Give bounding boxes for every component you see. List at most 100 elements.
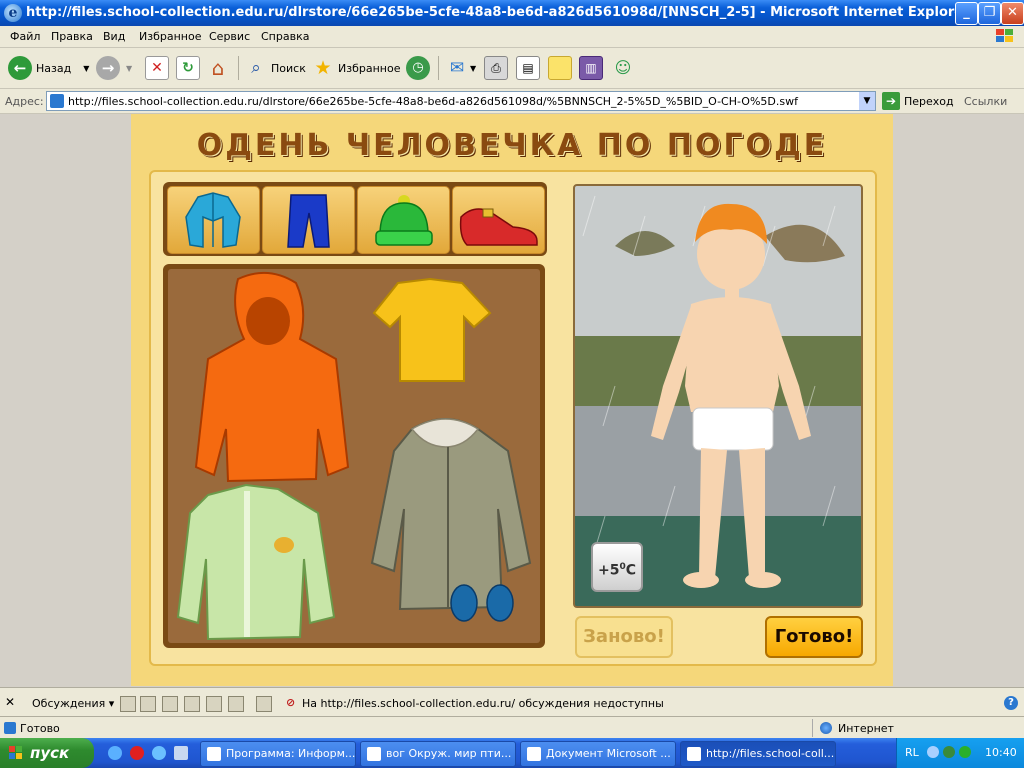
- research-button[interactable]: ▥: [579, 54, 603, 82]
- chevron-down-icon: ▼: [83, 63, 90, 73]
- page-icon: [50, 94, 64, 108]
- menu-tools[interactable]: Сервис: [209, 30, 250, 43]
- favorites-button[interactable]: ★ Избранное: [312, 54, 400, 82]
- messenger-icon: ☺: [614, 58, 632, 77]
- category-bar: [163, 182, 547, 256]
- collapse-icon[interactable]: [184, 696, 200, 712]
- menu-bar: Файл Правка Вид Избранное Сервис Справка: [0, 26, 1024, 48]
- address-dropdown-icon[interactable]: ▼: [859, 92, 875, 110]
- task-program[interactable]: Программа: Информ...: [200, 741, 356, 767]
- edit-page-icon: ▤: [516, 56, 540, 80]
- task-word-doc[interactable]: вог Окруж. мир пти...: [360, 741, 516, 767]
- expand-icon[interactable]: [162, 696, 178, 712]
- category-pants[interactable]: [262, 186, 355, 254]
- task-microsoft-doc[interactable]: Документ Microsoft ...: [520, 741, 676, 767]
- toolbar-divider: [438, 56, 439, 80]
- mail-button[interactable]: ✉ ▼: [446, 54, 476, 82]
- language-indicator[interactable]: RL: [905, 746, 919, 759]
- forward-button[interactable]: → ▼: [96, 54, 132, 82]
- discuss-button[interactable]: [548, 54, 572, 82]
- refresh-button[interactable]: ↻: [176, 54, 200, 82]
- reset-button[interactable]: Заново!: [575, 616, 673, 658]
- discussion-menu[interactable]: Обсуждения ▾: [32, 697, 114, 710]
- ie-quicklaunch-icon[interactable]: [152, 746, 166, 760]
- edit-button[interactable]: ▤: [516, 54, 540, 82]
- orange-hoodie[interactable]: [194, 272, 350, 483]
- antivirus-icon[interactable]: [943, 746, 955, 758]
- discussion-message: На http://files.school-collection.edu.ru…: [302, 697, 664, 710]
- reply-icon[interactable]: [140, 696, 156, 712]
- home-icon: ⌂: [211, 56, 225, 80]
- done-button[interactable]: Готово!: [765, 616, 863, 658]
- discussion-label: Обсуждения: [32, 697, 106, 710]
- pants-icon: [287, 194, 330, 248]
- yellow-tshirt[interactable]: [372, 277, 492, 382]
- quicklaunch-icon[interactable]: [108, 746, 122, 760]
- weather-scene: +50C: [573, 184, 863, 608]
- task-browser[interactable]: http://files.school-coll...: [680, 741, 836, 767]
- menu-edit[interactable]: Правка: [51, 30, 93, 43]
- search-icon: ⌕: [251, 58, 261, 78]
- shoe-icon: [459, 208, 538, 246]
- prev-icon[interactable]: [206, 696, 222, 712]
- category-hats[interactable]: [357, 186, 450, 254]
- close-discussion-icon[interactable]: ✕: [5, 695, 15, 709]
- menu-file[interactable]: Файл: [10, 30, 40, 43]
- stop-icon: ✕: [145, 56, 169, 80]
- refresh-icon: ↻: [176, 56, 200, 80]
- temperature-suffix: C: [625, 562, 637, 579]
- network-icon[interactable]: [927, 746, 939, 758]
- close-button[interactable]: ✕: [1001, 2, 1024, 25]
- links-button[interactable]: Ссылки: [964, 95, 1007, 108]
- stop-button[interactable]: ✕: [145, 54, 169, 82]
- history-button[interactable]: ◷: [406, 54, 430, 82]
- home-button[interactable]: ⌂: [207, 54, 229, 82]
- task-label: вог Окруж. мир пти...: [386, 747, 512, 760]
- title-bar: e http://files.school-collection.edu.ru/…: [0, 0, 1024, 26]
- status-bar: Готово Интернет: [0, 716, 1024, 739]
- minimize-button[interactable]: _: [955, 2, 978, 25]
- window-title: http://files.school-collection.edu.ru/dl…: [26, 5, 970, 20]
- menu-favorites[interactable]: Избранное: [139, 30, 201, 43]
- history-icon: ◷: [406, 56, 430, 80]
- opera-icon[interactable]: [130, 746, 144, 760]
- search-label: Поиск: [271, 61, 306, 75]
- maximize-button[interactable]: ❐: [978, 2, 1001, 25]
- print-button[interactable]: ⎙: [484, 54, 508, 82]
- messenger-button[interactable]: ☺: [612, 54, 634, 82]
- go-arrow-icon[interactable]: ➔: [882, 92, 900, 110]
- help-icon[interactable]: ?: [1004, 696, 1018, 710]
- temperature-indicator[interactable]: +50C: [591, 542, 643, 592]
- grey-coat[interactable]: [370, 418, 532, 611]
- address-label: Адрес:: [5, 95, 44, 108]
- green-jacket[interactable]: [176, 483, 336, 641]
- start-button[interactable]: пуск: [0, 738, 94, 768]
- stop-discussion-icon[interactable]: [256, 696, 272, 712]
- new-discussion-icon[interactable]: [120, 696, 136, 712]
- category-jackets[interactable]: [167, 186, 260, 254]
- search-button[interactable]: ⌕ Поиск: [245, 54, 306, 82]
- status-divider: [812, 719, 813, 737]
- printer-icon: ⎙: [484, 56, 508, 80]
- clock: 10:40: [985, 746, 1017, 759]
- category-shoes[interactable]: [452, 186, 545, 254]
- forward-arrow-icon: →: [96, 56, 120, 80]
- windows-flag-icon: [9, 746, 22, 759]
- star-icon: ★: [314, 57, 332, 79]
- ie-icon: e: [4, 4, 22, 22]
- menu-help[interactable]: Справка: [261, 30, 309, 43]
- address-input[interactable]: http://files.school-collection.edu.ru/dl…: [46, 91, 876, 111]
- back-label: Назад: [36, 61, 72, 75]
- system-tray: RL 10:40: [896, 738, 1024, 768]
- flash-game: ОДЕНЬ ЧЕЛОВЕЧКА ПО ПОГОДЕ +50C Заново! Г…: [131, 114, 893, 686]
- sync-icon[interactable]: [959, 746, 971, 758]
- menu-view[interactable]: Вид: [103, 30, 125, 43]
- discussion-bar: ✕ Обсуждения ▾ ⊘ На http://files.school-…: [0, 687, 1024, 716]
- back-button[interactable]: ← Назад ▼: [8, 54, 89, 82]
- next-icon[interactable]: [228, 696, 244, 712]
- globe-icon: [820, 722, 832, 734]
- note-icon: [548, 56, 572, 80]
- window-icon: [207, 747, 221, 761]
- desktop-icon[interactable]: [174, 746, 188, 760]
- go-button[interactable]: Переход: [904, 95, 954, 108]
